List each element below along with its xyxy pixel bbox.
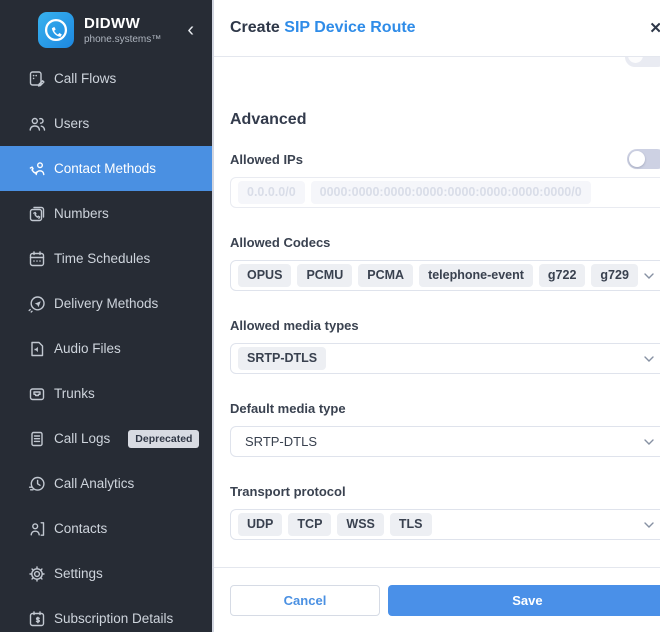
title-highlight: SIP Device Route <box>284 19 415 36</box>
brand-subtitle: phone.systems™ <box>84 34 181 45</box>
default-media-type-label: Default media type <box>230 401 346 416</box>
transport-tag[interactable]: UDP <box>238 513 282 536</box>
sidebar: DIDWW phone.systems™ ‹ Call Flows <box>0 0 214 632</box>
close-icon[interactable]: ✕ <box>645 15 660 41</box>
create-sip-device-route-panel: Create SIP Device Route ✕ Advanced Allow… <box>214 0 660 632</box>
allowed-ips-field: Allowed IPs 0.0.0.0/0 0000:0000:0000:000… <box>230 149 660 208</box>
sidebar-nav: Call Flows Users <box>0 52 212 632</box>
transport-tag[interactable]: TCP <box>288 513 331 536</box>
panel-footer: Cancel Save <box>214 567 660 632</box>
sidebar-item-label: Audio Files <box>54 341 121 356</box>
default-media-type-field: Default media type SRTP-DTLS <box>230 400 660 457</box>
transport-tag[interactable]: WSS <box>337 513 383 536</box>
transport-protocol-label: Transport protocol <box>230 484 346 499</box>
placeholder-tag: 0.0.0.0/0 <box>238 181 305 204</box>
sidebar-item-call-analytics[interactable]: Call Analytics <box>0 461 212 506</box>
sidebar-item-label: Time Schedules <box>54 251 150 266</box>
codec-tag[interactable]: g722 <box>539 264 586 287</box>
sidebar-item-label: Call Flows <box>54 71 116 86</box>
chevron-down-icon <box>644 522 654 528</box>
brand-block: DIDWW phone.systems™ <box>84 15 181 45</box>
sidebar-item-label: Contact Methods <box>54 161 156 176</box>
section-title: Advanced <box>230 111 660 129</box>
scrolled-toggle-partial[interactable] <box>625 57 660 67</box>
sidebar-item-label: Trunks <box>54 386 95 401</box>
sidebar-item-subscription-details[interactable]: Subscription Details <box>0 596 212 632</box>
sidebar-item-label: Numbers <box>54 206 109 221</box>
sidebar-item-users[interactable]: Users <box>0 101 212 146</box>
sidebar-item-call-flows[interactable]: Call Flows <box>0 56 212 101</box>
chevron-down-icon <box>644 273 654 279</box>
allowed-media-types-label: Allowed media types <box>230 318 359 333</box>
users-icon <box>27 114 46 133</box>
chevron-down-icon <box>644 356 654 362</box>
save-button[interactable]: Save <box>388 585 660 616</box>
allowed-media-types-field: Allowed media types SRTP-DTLS <box>230 317 660 374</box>
codec-tag[interactable]: PCMU <box>297 264 352 287</box>
allowed-ips-toggle[interactable] <box>627 149 660 169</box>
cancel-button[interactable]: Cancel <box>230 585 380 616</box>
allowed-media-types-select[interactable]: SRTP-DTLS <box>230 343 660 374</box>
sidebar-item-label: Users <box>54 116 89 131</box>
default-media-type-select[interactable]: SRTP-DTLS <box>230 426 660 457</box>
time-schedules-icon <box>27 249 46 268</box>
sidebar-item-call-logs[interactable]: Call Logs Deprecated <box>0 416 212 461</box>
sidebar-item-contact-methods[interactable]: Contact Methods <box>0 146 212 191</box>
sidebar-item-label: Subscription Details <box>54 611 173 626</box>
delivery-methods-icon <box>27 294 46 313</box>
app-window: DIDWW phone.systems™ ‹ Call Flows <box>0 0 660 632</box>
sidebar-item-delivery-methods[interactable]: Delivery Methods <box>0 281 212 326</box>
transport-tag[interactable]: TLS <box>390 513 432 536</box>
settings-gear-icon <box>27 564 46 583</box>
page-title: Create SIP Device Route <box>230 19 416 37</box>
contact-methods-icon <box>27 159 46 178</box>
numbers-icon <box>27 204 46 223</box>
toggle-knob <box>629 151 645 167</box>
trunks-icon <box>27 384 46 403</box>
sidebar-item-audio-files[interactable]: Audio Files <box>0 326 212 371</box>
call-logs-icon <box>27 429 46 448</box>
call-flows-icon <box>27 69 46 88</box>
sidebar-item-label: Call Analytics <box>54 476 134 491</box>
sidebar-item-settings[interactable]: Settings <box>0 551 212 596</box>
chevron-down-icon <box>644 439 654 445</box>
transport-protocol-field: Transport protocol UDP TCP WSS TLS <box>230 483 660 540</box>
allowed-ips-input: 0.0.0.0/0 0000:0000:0000:0000:0000:0000:… <box>230 177 660 208</box>
call-analytics-icon <box>27 474 46 493</box>
selected-value: SRTP-DTLS <box>238 434 317 449</box>
allowed-ips-label: Allowed IPs <box>230 152 303 167</box>
sidebar-item-time-schedules[interactable]: Time Schedules <box>0 236 212 281</box>
panel-header: Create SIP Device Route ✕ <box>214 0 660 57</box>
sidebar-item-label: Settings <box>54 566 103 581</box>
sidebar-item-label: Delivery Methods <box>54 296 158 311</box>
sidebar-item-label: Call Logs <box>54 431 110 446</box>
didww-logo-icon <box>38 12 74 48</box>
allowed-codecs-field: Allowed Codecs OPUS PCMU PCMA telephone-… <box>230 234 660 291</box>
codec-tag[interactable]: PCMA <box>358 264 413 287</box>
title-prefix: Create <box>230 19 280 36</box>
sidebar-item-numbers[interactable]: Numbers <box>0 191 212 236</box>
deprecated-badge: Deprecated <box>128 430 199 448</box>
codec-tag[interactable]: g729 <box>591 264 638 287</box>
sidebar-header: DIDWW phone.systems™ ‹ <box>0 0 212 52</box>
transport-protocol-select[interactable]: UDP TCP WSS TLS <box>230 509 660 540</box>
media-type-tag[interactable]: SRTP-DTLS <box>238 347 326 370</box>
sidebar-item-trunks[interactable]: Trunks <box>0 371 212 416</box>
sidebar-item-label: Contacts <box>54 521 107 536</box>
form-content: Advanced Allowed IPs 0.0.0.0/0 0000:0000… <box>214 57 660 567</box>
allowed-codecs-label: Allowed Codecs <box>230 235 330 250</box>
placeholder-tag: 0000:0000:0000:0000:0000:0000:0000:0000/… <box>311 181 591 204</box>
brand-name: DIDWW <box>84 15 181 32</box>
sidebar-item-contacts[interactable]: Contacts <box>0 506 212 551</box>
codec-tag[interactable]: OPUS <box>238 264 291 287</box>
subscription-details-icon <box>27 609 46 628</box>
contacts-icon <box>27 519 46 538</box>
sidebar-collapse-button[interactable]: ‹ <box>181 20 200 40</box>
allowed-codecs-select[interactable]: OPUS PCMU PCMA telephone-event g722 g729 <box>230 260 660 291</box>
codec-tag[interactable]: telephone-event <box>419 264 533 287</box>
audio-files-icon <box>27 339 46 358</box>
